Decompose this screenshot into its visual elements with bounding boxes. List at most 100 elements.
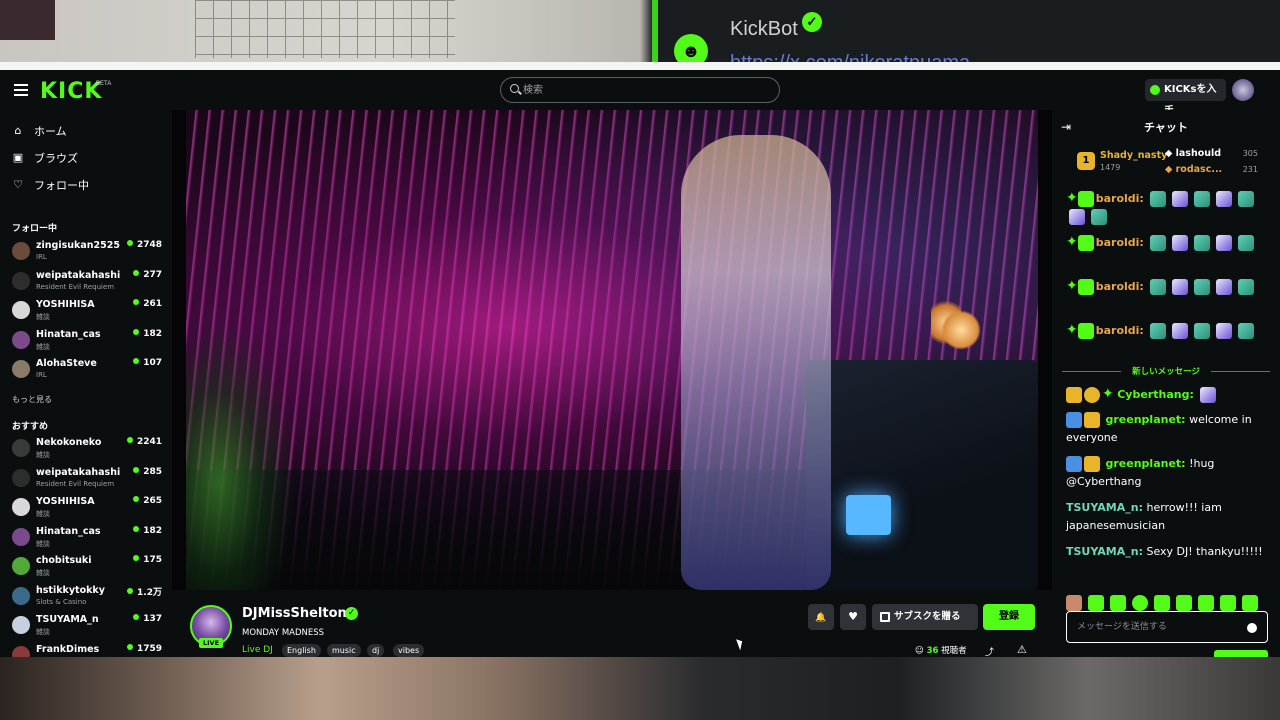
nav-browse-label: ブラウズ bbox=[34, 152, 78, 165]
channel-avatar bbox=[12, 557, 30, 575]
emote-icon bbox=[1216, 279, 1233, 295]
channel-item[interactable]: YOSHIHISA 雑談 261 bbox=[12, 299, 162, 325]
channel-item[interactable]: chobitsuki 雑談 175 bbox=[12, 555, 162, 581]
chat-username[interactable]: baroldi: bbox=[1096, 192, 1144, 205]
webcam-overlay-top: ☻ KickBot ✓ https://x.com/nikoratnuama bbox=[0, 0, 1280, 62]
emote-icon[interactable] bbox=[1154, 594, 1170, 611]
tag-english[interactable]: English bbox=[282, 644, 321, 657]
channel-item[interactable]: Nekokoneko 雑談 2241 bbox=[12, 437, 162, 463]
chat-message: TSUYAMA_n: Sexy DJ! thankyu!!!!! bbox=[1066, 543, 1270, 561]
tag-music[interactable]: music bbox=[327, 644, 361, 657]
channel-name: Nekokoneko bbox=[36, 437, 102, 448]
channel-item[interactable]: TSUYAMA_n 雑談 137 bbox=[12, 614, 162, 640]
verified-icon: ✓ bbox=[345, 607, 358, 620]
video-frame[interactable] bbox=[186, 110, 1038, 590]
emote-icon bbox=[1069, 209, 1085, 225]
recommended-section-title: おすすめ bbox=[12, 422, 49, 432]
channel-item[interactable]: AlohaSteve IRL 107 bbox=[12, 358, 162, 384]
tag-dj[interactable]: dj bbox=[367, 644, 385, 657]
emote-icon bbox=[1238, 235, 1255, 251]
sub-badge-icon bbox=[1077, 191, 1094, 207]
channel-viewers: 1759 bbox=[127, 644, 162, 654]
emote-icon[interactable] bbox=[1132, 594, 1148, 611]
chat-username[interactable]: TSUYAMA_n: bbox=[1066, 501, 1143, 514]
channel-viewers: 2748 bbox=[127, 240, 162, 250]
notification-button[interactable]: 🔔 bbox=[808, 604, 834, 630]
channel-category: Resident Evil Requiem bbox=[36, 479, 115, 488]
emote-icon[interactable] bbox=[1066, 594, 1082, 611]
viewer-number: 36 bbox=[926, 646, 939, 656]
channel-item[interactable]: zingisukan2525 IRL 2748 bbox=[12, 240, 162, 266]
chat-input[interactable] bbox=[1077, 620, 1237, 634]
channel-item[interactable]: Hinatan_cas 雑談 182 bbox=[12, 329, 162, 355]
emote-icon[interactable] bbox=[1198, 594, 1214, 611]
nav-following-label: フォロー中 bbox=[34, 179, 89, 192]
chat-username[interactable]: greenplanet: bbox=[1106, 457, 1186, 470]
subscribe-button[interactable]: 登録 bbox=[983, 604, 1035, 630]
emote-icon bbox=[1216, 235, 1233, 251]
nav-following[interactable]: ♡ フォロー中 bbox=[12, 176, 89, 194]
report-icon[interactable]: ⚠ bbox=[1017, 643, 1027, 656]
chat-input-box[interactable] bbox=[1066, 611, 1268, 643]
chat-username[interactable]: baroldi: bbox=[1096, 280, 1144, 293]
channel-category: 雑談 bbox=[36, 451, 50, 459]
chat-username[interactable]: baroldi: bbox=[1096, 324, 1144, 337]
verified-icon: ✓ bbox=[802, 12, 822, 32]
kick-logo[interactable]: KICK bbox=[40, 79, 102, 104]
screen: ☻ KickBot ✓ https://x.com/nikoratnuama K… bbox=[0, 0, 1280, 720]
chat-leaderboard: 1 Shady_nasty 1479 ◆ lashould 305 ◆ roda… bbox=[1052, 145, 1280, 183]
chat-username[interactable]: Cyberthang: bbox=[1117, 388, 1194, 401]
channel-item[interactable]: YOSHIHISA 雑談 265 bbox=[12, 496, 162, 522]
channel-name: TSUYAMA_n bbox=[36, 614, 99, 625]
video-player[interactable] bbox=[172, 110, 1052, 590]
emote-icon bbox=[1194, 235, 1211, 251]
nav-home[interactable]: ⌂ ホーム bbox=[12, 122, 67, 140]
chat-text: Sexy DJ! thankyu!!!!! bbox=[1146, 545, 1263, 558]
leaderboard-count: 305 bbox=[1242, 149, 1258, 158]
channel-viewers: 137 bbox=[133, 614, 162, 624]
tag-vibes[interactable]: vibes bbox=[393, 644, 425, 657]
streamer-name[interactable]: DJMissShelton bbox=[242, 606, 347, 621]
get-kicks-button[interactable]: KICKsを入手 bbox=[1145, 79, 1226, 117]
menu-icon[interactable] bbox=[14, 84, 28, 96]
star-badge-icon: ✦ bbox=[1066, 322, 1078, 338]
emote-icon[interactable] bbox=[1220, 594, 1236, 611]
follow-button[interactable]: ♥ bbox=[840, 604, 866, 630]
emote-icon bbox=[1216, 323, 1233, 339]
search-input[interactable] bbox=[523, 81, 763, 99]
channel-avatar bbox=[12, 468, 30, 487]
user-avatar[interactable] bbox=[1232, 79, 1254, 101]
emote-icon[interactable] bbox=[1110, 594, 1126, 611]
emote-bar bbox=[1066, 592, 1261, 611]
stream-category[interactable]: Live DJ bbox=[242, 645, 273, 655]
nav-browse[interactable]: ▣ ブラウズ bbox=[12, 149, 78, 167]
video-plant bbox=[186, 320, 296, 590]
channel-item[interactable]: weipatakahashi Resident Evil Requiem 277 bbox=[12, 270, 162, 296]
chat-username[interactable]: greenplanet: bbox=[1106, 413, 1186, 426]
emote-icon[interactable] bbox=[1088, 594, 1104, 611]
channel-viewers: 182 bbox=[133, 329, 162, 339]
gift-sub-button[interactable]: サブスクを贈る bbox=[872, 604, 978, 630]
leaderboard-name[interactable]: Shady_nasty bbox=[1100, 150, 1167, 161]
channel-avatar bbox=[12, 242, 30, 260]
video-dj bbox=[681, 135, 831, 590]
emoji-icon[interactable] bbox=[1247, 623, 1257, 633]
channel-item[interactable]: weipatakahashi Resident Evil Requiem 285 bbox=[12, 467, 162, 493]
channel-item[interactable]: Hinatan_cas 雑談 182 bbox=[12, 526, 162, 552]
show-more-link[interactable]: もっと見る bbox=[12, 394, 52, 405]
emote-icon[interactable] bbox=[1176, 594, 1192, 611]
channel-viewers: 107 bbox=[133, 358, 162, 368]
channel-name: zingisukan2525 bbox=[36, 240, 120, 251]
channel-name: chobitsuki bbox=[36, 555, 92, 566]
search-bar[interactable] bbox=[500, 77, 780, 103]
leaderboard-name[interactable]: ◆ lashould bbox=[1165, 148, 1221, 159]
channel-item[interactable]: hstikkytokky Slots & Casino 1.2万 bbox=[12, 585, 162, 611]
chat-username[interactable]: baroldi: bbox=[1096, 236, 1144, 249]
leaderboard-name[interactable]: ◆ rodasc... bbox=[1165, 164, 1222, 175]
emote-icon[interactable] bbox=[1242, 594, 1258, 611]
kicks-icon bbox=[1150, 85, 1160, 95]
emote-icon bbox=[1200, 387, 1217, 403]
send-button[interactable] bbox=[1214, 650, 1268, 657]
chat-panel: ⇥ チャット 1 Shady_nasty 1479 ◆ lashould 305… bbox=[1052, 110, 1280, 657]
chat-username[interactable]: TSUYAMA_n: bbox=[1066, 545, 1143, 558]
